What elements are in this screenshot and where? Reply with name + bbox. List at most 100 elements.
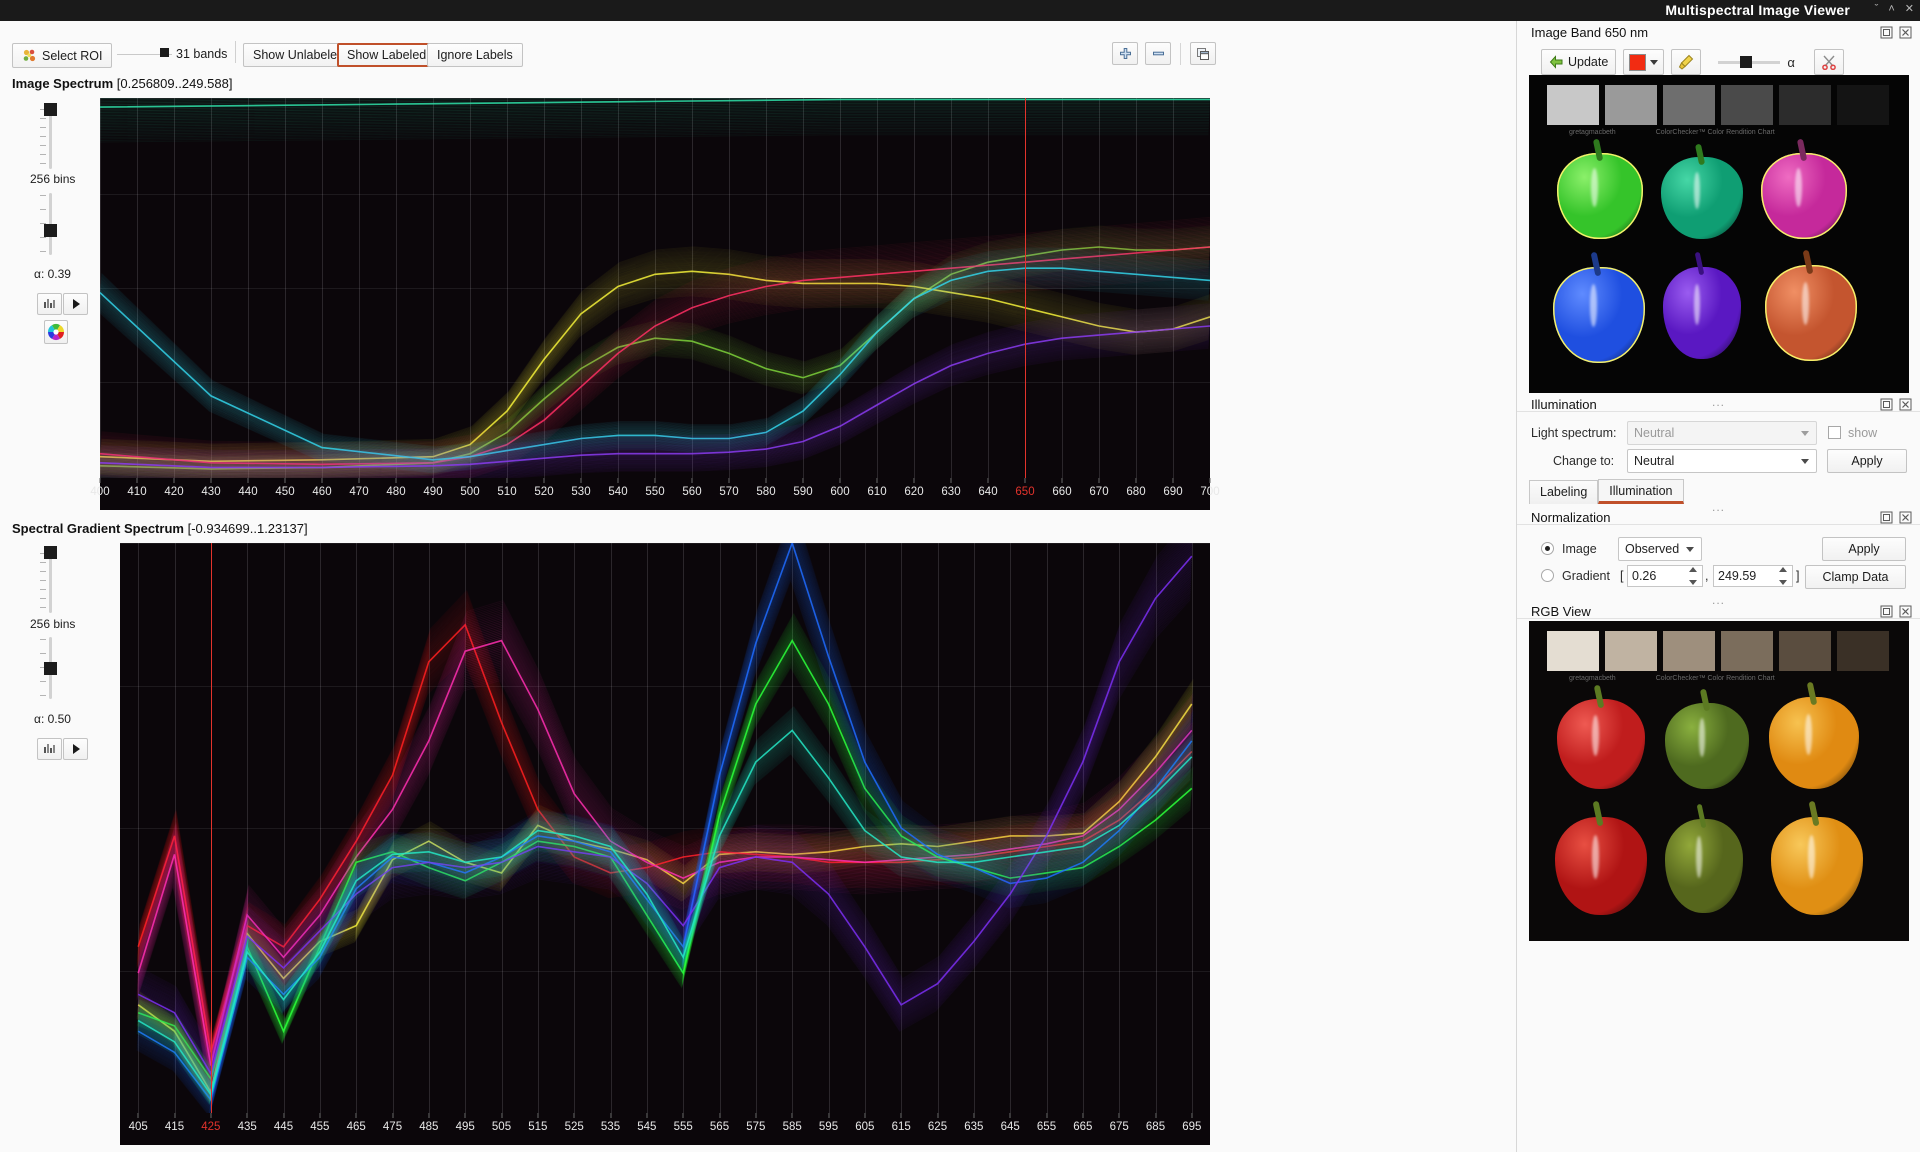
x-axis-tick-label[interactable]: 415 <box>165 1121 184 1133</box>
x-axis-tick-label[interactable]: 435 <box>238 1121 257 1133</box>
x-axis-tick-label[interactable]: 585 <box>783 1121 802 1133</box>
x-axis-tick-label[interactable]: 590 <box>793 486 812 498</box>
illumination-apply-button[interactable]: Apply <box>1827 449 1907 473</box>
update-button[interactable]: Update <box>1541 49 1616 75</box>
band-alpha-knob[interactable] <box>1740 56 1752 68</box>
x-axis-tick-label[interactable]: 630 <box>941 486 960 498</box>
x-axis-tick-label[interactable]: 490 <box>423 486 442 498</box>
x-axis-tick-label[interactable]: 665 <box>1073 1121 1092 1133</box>
undock-icon[interactable] <box>1880 26 1893 39</box>
x-axis-tick-label[interactable]: 600 <box>830 486 849 498</box>
color-wheel-button[interactable] <box>44 320 68 344</box>
scissors-button[interactable] <box>1814 49 1844 75</box>
x-axis-tick-label[interactable]: 635 <box>964 1121 983 1133</box>
bins-slider-track-bottom[interactable] <box>49 551 52 613</box>
maximize-icon[interactable]: ˄ <box>1888 3 1894 16</box>
x-axis-tick-label[interactable]: 560 <box>682 486 701 498</box>
x-axis-tick-label[interactable]: 685 <box>1146 1121 1165 1133</box>
chevron-down-icon[interactable] <box>1650 60 1658 65</box>
x-axis-tick-label[interactable]: 410 <box>127 486 146 498</box>
light-spectrum-select[interactable]: Neutral <box>1627 421 1817 445</box>
x-axis-tick-label[interactable]: 400 <box>90 486 109 498</box>
zoom-in-button[interactable] <box>1112 42 1138 65</box>
range-min-input[interactable]: 0.26 <box>1627 565 1703 587</box>
x-axis-tick-label[interactable]: 605 <box>855 1121 874 1133</box>
range-min-stepper[interactable] <box>1689 567 1700 585</box>
histogram-button-bottom[interactable] <box>37 738 62 760</box>
x-axis-tick-label[interactable]: 670 <box>1089 486 1108 498</box>
x-axis-tick-label[interactable]: 650 <box>1015 486 1034 498</box>
x-axis-tick-label[interactable]: 700 <box>1200 486 1219 498</box>
show-labeled-button[interactable]: Show Labeled <box>337 43 436 67</box>
x-axis-tick-label[interactable]: 615 <box>892 1121 911 1133</box>
bins-slider-bottom[interactable] <box>40 551 62 613</box>
x-axis-tick-label[interactable]: 645 <box>1001 1121 1020 1133</box>
gradient-spectrum-chart[interactable]: -0.93-0.390.150.691.23 <box>120 543 1210 1113</box>
alpha-slider-bottom[interactable] <box>40 637 62 699</box>
x-axis-tick-label[interactable]: 575 <box>746 1121 765 1133</box>
close-icon[interactable]: ✕ <box>1905 3 1914 16</box>
play-button-top[interactable] <box>63 293 88 315</box>
x-axis-tick-label[interactable]: 450 <box>275 486 294 498</box>
x-axis-tick-label[interactable]: 505 <box>492 1121 511 1133</box>
copy-window-button[interactable] <box>1190 42 1216 65</box>
clamp-data-button[interactable]: Clamp Data <box>1805 565 1906 589</box>
x-axis-tick-label[interactable]: 480 <box>386 486 405 498</box>
x-axis-tick-label[interactable]: 455 <box>310 1121 329 1133</box>
x-axis-tick-label[interactable]: 465 <box>347 1121 366 1133</box>
close-panel-icon[interactable] <box>1899 511 1912 524</box>
bins-slider-top[interactable] <box>40 107 62 169</box>
x-axis-tick-label[interactable]: 565 <box>710 1121 729 1133</box>
histogram-button-top[interactable] <box>37 293 62 315</box>
splitter-handle-1[interactable]: ... <box>1712 395 1725 409</box>
x-axis-tick-label[interactable]: 690 <box>1163 486 1182 498</box>
label-color-swatch[interactable] <box>1629 54 1646 71</box>
x-axis-tick-label[interactable]: 495 <box>456 1121 475 1133</box>
x-axis-tick-label[interactable]: 470 <box>349 486 368 498</box>
image-band-preview[interactable]: gretagmacbethColorChecker™ Color Renditi… <box>1529 75 1909 393</box>
tab-labeling[interactable]: Labeling <box>1529 480 1598 504</box>
x-axis-tick-label[interactable]: 430 <box>201 486 220 498</box>
alpha-slider-top[interactable] <box>40 193 62 255</box>
selected-band-marker[interactable] <box>211 543 212 1113</box>
x-axis-tick-label[interactable]: 580 <box>756 486 775 498</box>
label-color-button[interactable] <box>1623 49 1664 75</box>
x-axis-tick-label[interactable]: 655 <box>1037 1121 1056 1133</box>
x-axis-tick-label[interactable]: 420 <box>164 486 183 498</box>
image-spectrum-chart[interactable]: 063125187250 <box>100 98 1210 478</box>
x-axis-tick-label[interactable]: 680 <box>1126 486 1145 498</box>
undock-icon[interactable] <box>1880 605 1893 618</box>
normalization-apply-button[interactable]: Apply <box>1822 537 1906 561</box>
close-panel-icon[interactable] <box>1899 398 1912 411</box>
x-axis-tick-label[interactable]: 425 <box>201 1121 220 1133</box>
x-axis-tick-label[interactable]: 695 <box>1182 1121 1201 1133</box>
zoom-out-button[interactable] <box>1145 42 1171 65</box>
x-axis-tick-label[interactable]: 405 <box>129 1121 148 1133</box>
normalization-gradient-radio[interactable] <box>1541 569 1554 582</box>
play-button-bottom[interactable] <box>63 738 88 760</box>
x-axis-tick-label[interactable]: 545 <box>637 1121 656 1133</box>
x-axis-tick-label[interactable]: 485 <box>419 1121 438 1133</box>
tab-illumination[interactable]: Illumination <box>1598 479 1683 504</box>
x-axis-tick-label[interactable]: 440 <box>238 486 257 498</box>
splitter-handle-3[interactable]: ... <box>1712 593 1725 607</box>
splitter-handle-2[interactable]: ... <box>1712 500 1725 514</box>
select-roi-button[interactable]: Select ROI <box>12 43 112 68</box>
x-axis-tick-label[interactable]: 445 <box>274 1121 293 1133</box>
bins-slider-knob-bottom[interactable] <box>44 546 57 559</box>
x-axis-tick-label[interactable]: 475 <box>383 1121 402 1133</box>
x-axis-tick-label[interactable]: 570 <box>719 486 738 498</box>
range-max-stepper[interactable] <box>1779 567 1790 585</box>
x-axis-tick-label[interactable]: 530 <box>571 486 590 498</box>
alpha-slider-knob-top[interactable] <box>44 224 57 237</box>
x-axis-tick-label[interactable]: 610 <box>867 486 886 498</box>
x-axis-tick-label[interactable]: 500 <box>460 486 479 498</box>
normalization-mode-select[interactable]: Observed <box>1618 537 1702 561</box>
normalization-image-radio[interactable] <box>1541 542 1554 555</box>
x-axis-tick-label[interactable]: 535 <box>601 1121 620 1133</box>
ignore-labels-button[interactable]: Ignore Labels <box>427 43 523 67</box>
x-axis-tick-label[interactable]: 510 <box>497 486 516 498</box>
undock-icon[interactable] <box>1880 511 1893 524</box>
brush-button[interactable] <box>1671 49 1701 75</box>
x-axis-tick-label[interactable]: 625 <box>928 1121 947 1133</box>
